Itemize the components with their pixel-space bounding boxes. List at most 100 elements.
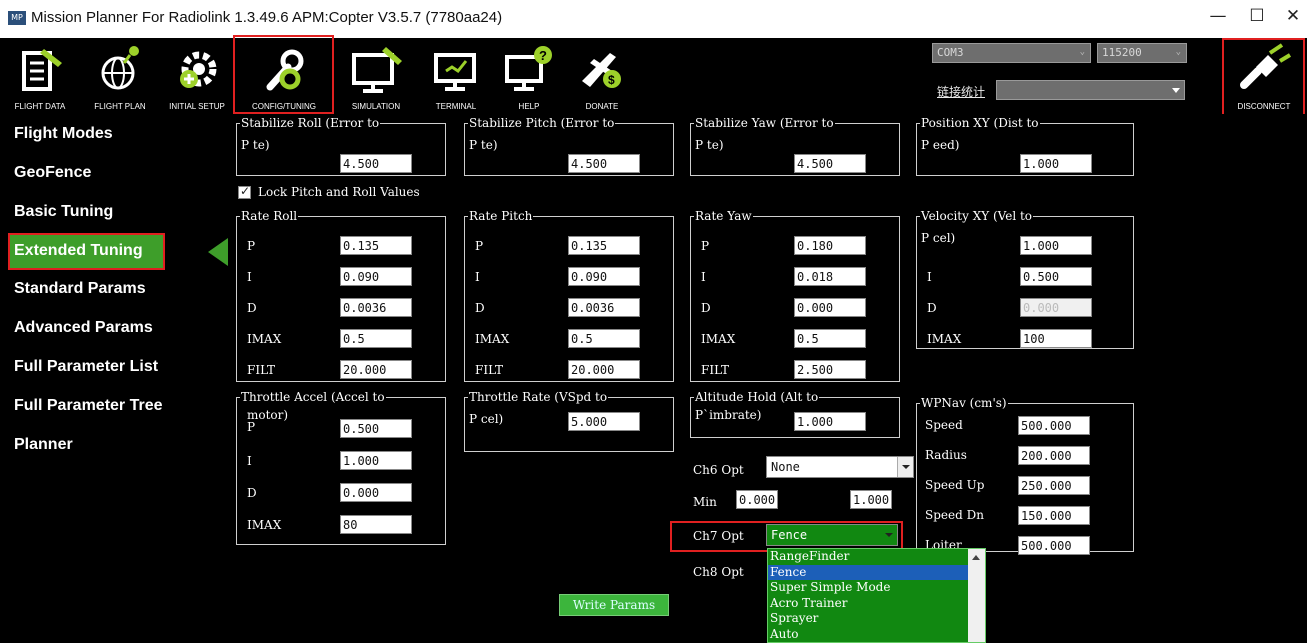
sidebar-item-extended-tuning[interactable]: Extended Tuning: [8, 233, 165, 270]
stabilize-pitch-p-input[interactable]: 4.500: [568, 154, 640, 173]
sidebar-item-flight-modes[interactable]: Flight Modes: [14, 125, 113, 143]
throttle-rate-p-input[interactable]: 5.000: [568, 412, 640, 431]
velocity-xy-p-input[interactable]: 1.000: [1020, 236, 1092, 255]
rate-yaw-legend: Rate Yaw: [695, 209, 752, 223]
wpnav-legend: WPNav (cm's): [921, 396, 1007, 410]
field-value: 20.000: [343, 363, 387, 377]
maximize-button[interactable]: ☐: [1244, 6, 1270, 26]
rate-roll-i-input[interactable]: 0.090: [340, 267, 412, 286]
throttle-accel-d-input[interactable]: 0.000: [340, 483, 412, 502]
sidebar-item-full-parameter-list[interactable]: Full Parameter List: [14, 358, 158, 376]
throttle-accel-p-input[interactable]: 0.500: [340, 419, 412, 438]
rate-yaw-group: Rate Yaw P 0.180 I 0.018 D 0.000 IMAX 0.…: [690, 209, 900, 382]
donate-icon: $: [582, 53, 621, 88]
link-stats-select[interactable]: [996, 80, 1185, 100]
com-port-select[interactable]: COM3 ⌄: [932, 43, 1091, 63]
velocity-xy-i-input[interactable]: 0.500: [1020, 267, 1092, 286]
option-auto[interactable]: Auto: [768, 627, 985, 643]
lock-pitch-roll-checkbox[interactable]: ✓: [238, 184, 251, 199]
ch6-max-input[interactable]: 1.000: [850, 490, 892, 509]
rate-pitch-imax-input[interactable]: 0.5: [568, 329, 640, 348]
rate-pitch-d-input[interactable]: 0.0036: [568, 298, 640, 317]
field-value: 0.000: [343, 486, 380, 500]
option-super-simple-mode[interactable]: Super Simple Mode: [768, 580, 985, 596]
ch6-min-input[interactable]: 0.000: [736, 490, 778, 509]
rate-pitch-i-input[interactable]: 0.090: [568, 267, 640, 286]
sidebar-item-full-parameter-tree[interactable]: Full Parameter Tree: [14, 397, 163, 415]
rate-yaw-d-input[interactable]: 0.000: [794, 298, 866, 317]
sidebar-item-geofence[interactable]: GeoFence: [14, 164, 91, 182]
field-value: 20.000: [571, 363, 615, 377]
rate-yaw-p-input[interactable]: 0.180: [794, 236, 866, 255]
link-stats-link[interactable]: 链接统计: [937, 83, 985, 100]
field-value: 250.000: [1021, 479, 1072, 493]
flight-data-button[interactable]: FLIGHT DATA: [0, 38, 80, 114]
field-value: 0.018: [797, 270, 834, 284]
help-button[interactable]: ? HELP: [494, 38, 564, 114]
rate-roll-d-input[interactable]: 0.0036: [340, 298, 412, 317]
write-params-button[interactable]: Write Params: [559, 594, 669, 616]
wpnav-radius-input[interactable]: 200.000: [1018, 446, 1090, 465]
velocity-xy-imax-input[interactable]: 100: [1020, 329, 1092, 348]
ch7-opt-label: Ch7 Opt: [693, 529, 744, 543]
altitude-hold-p-input[interactable]: 1.000: [794, 412, 866, 431]
sidebar-item-planner[interactable]: Planner: [14, 436, 73, 454]
simulation-button[interactable]: SIMULATION: [334, 38, 418, 114]
throttle-accel-i-input[interactable]: 1.000: [340, 451, 412, 470]
ch7-options-list: RangeFinder Fence Super Simple Mode Acro…: [767, 548, 986, 643]
ch7-opt-value: Fence: [771, 528, 808, 542]
rate-yaw-i-input[interactable]: 0.018: [794, 267, 866, 286]
stabilize-yaw-p-input[interactable]: 4.500: [794, 154, 866, 173]
baud-rate-select[interactable]: 115200 ⌄: [1097, 43, 1187, 63]
option-acro-trainer[interactable]: Acro Trainer: [768, 596, 985, 612]
d-label: D: [475, 301, 485, 315]
lock-pitch-roll-label: Lock Pitch and Roll Values: [258, 185, 420, 199]
rate-roll-filt-input[interactable]: 20.000: [340, 360, 412, 379]
flight-data-icon: [22, 49, 62, 91]
rate-pitch-filt-input[interactable]: 20.000: [568, 360, 640, 379]
rate-roll-p-input[interactable]: 0.135: [340, 236, 412, 255]
close-button[interactable]: ✕: [1280, 6, 1306, 26]
rate-roll-imax-input[interactable]: 0.5: [340, 329, 412, 348]
option-sprayer[interactable]: Sprayer: [768, 611, 985, 627]
simulation-icon: [352, 47, 402, 93]
wpnav-speed-input[interactable]: 500.000: [1018, 416, 1090, 435]
flight-plan-button[interactable]: FLIGHT PLAN: [80, 38, 160, 114]
initial-setup-button[interactable]: INITIAL SETUP: [160, 38, 234, 114]
rate-yaw-imax-input[interactable]: 0.5: [794, 329, 866, 348]
throttle-accel-group: Throttle Accel (Accel to motor) P 0.500 …: [236, 390, 446, 545]
imax-label: IMAX: [701, 332, 736, 346]
stabilize-roll-p-input[interactable]: 4.500: [340, 154, 412, 173]
option-fence[interactable]: Fence: [768, 564, 985, 580]
dropdown-scrollbar[interactable]: [968, 549, 985, 642]
altitude-hold-group: Altitude Hold (Alt to P`imbrate) 1.000: [690, 390, 900, 438]
wpnav-speed-dn-input[interactable]: 150.000: [1018, 506, 1090, 525]
throttle-accel-imax-input[interactable]: 80: [340, 515, 412, 534]
wpnav-speed-up-input[interactable]: 250.000: [1018, 476, 1090, 495]
option-rangefinder[interactable]: RangeFinder: [768, 549, 985, 565]
wpnav-radius-label: Radius: [925, 448, 967, 462]
wpnav-loiter-input[interactable]: 500.000: [1018, 536, 1090, 555]
rate-pitch-p-input[interactable]: 0.135: [568, 236, 640, 255]
terminal-button[interactable]: TERMINAL: [418, 38, 494, 114]
velocity-xy-p-label: P cel): [921, 231, 956, 245]
donate-button[interactable]: $ DONATE: [564, 38, 640, 114]
rate-yaw-filt-input[interactable]: 2.500: [794, 360, 866, 379]
sidebar-item-basic-tuning[interactable]: Basic Tuning: [14, 203, 113, 221]
field-value: 0.500: [343, 422, 380, 436]
i-label: I: [247, 270, 252, 284]
field-value: 5.000: [571, 415, 608, 429]
minimize-button[interactable]: —: [1205, 6, 1231, 26]
rate-roll-group: Rate Roll P 0.135 I 0.090 D 0.0036 IMAX …: [236, 209, 446, 382]
sidebar-item-advanced-params[interactable]: Advanced Params: [14, 319, 153, 337]
throttle-rate-p-label: P cel): [469, 412, 504, 426]
sidebar-item-standard-params[interactable]: Standard Params: [14, 280, 146, 298]
title-bar: MP Mission Planner For Radiolink 1.3.49.…: [0, 0, 1307, 38]
initial-setup-icon: [180, 51, 217, 88]
field-value: 500.000: [1021, 539, 1072, 553]
stabilize-roll-p-label: P te): [241, 138, 270, 152]
wpnav-group: WPNav (cm's) Speed 500.000 Radius 200.00…: [916, 396, 1134, 555]
ch6-opt-select[interactable]: None: [766, 456, 914, 478]
position-xy-p-input[interactable]: 1.000: [1020, 154, 1092, 173]
ch7-opt-select[interactable]: Fence: [766, 524, 898, 546]
